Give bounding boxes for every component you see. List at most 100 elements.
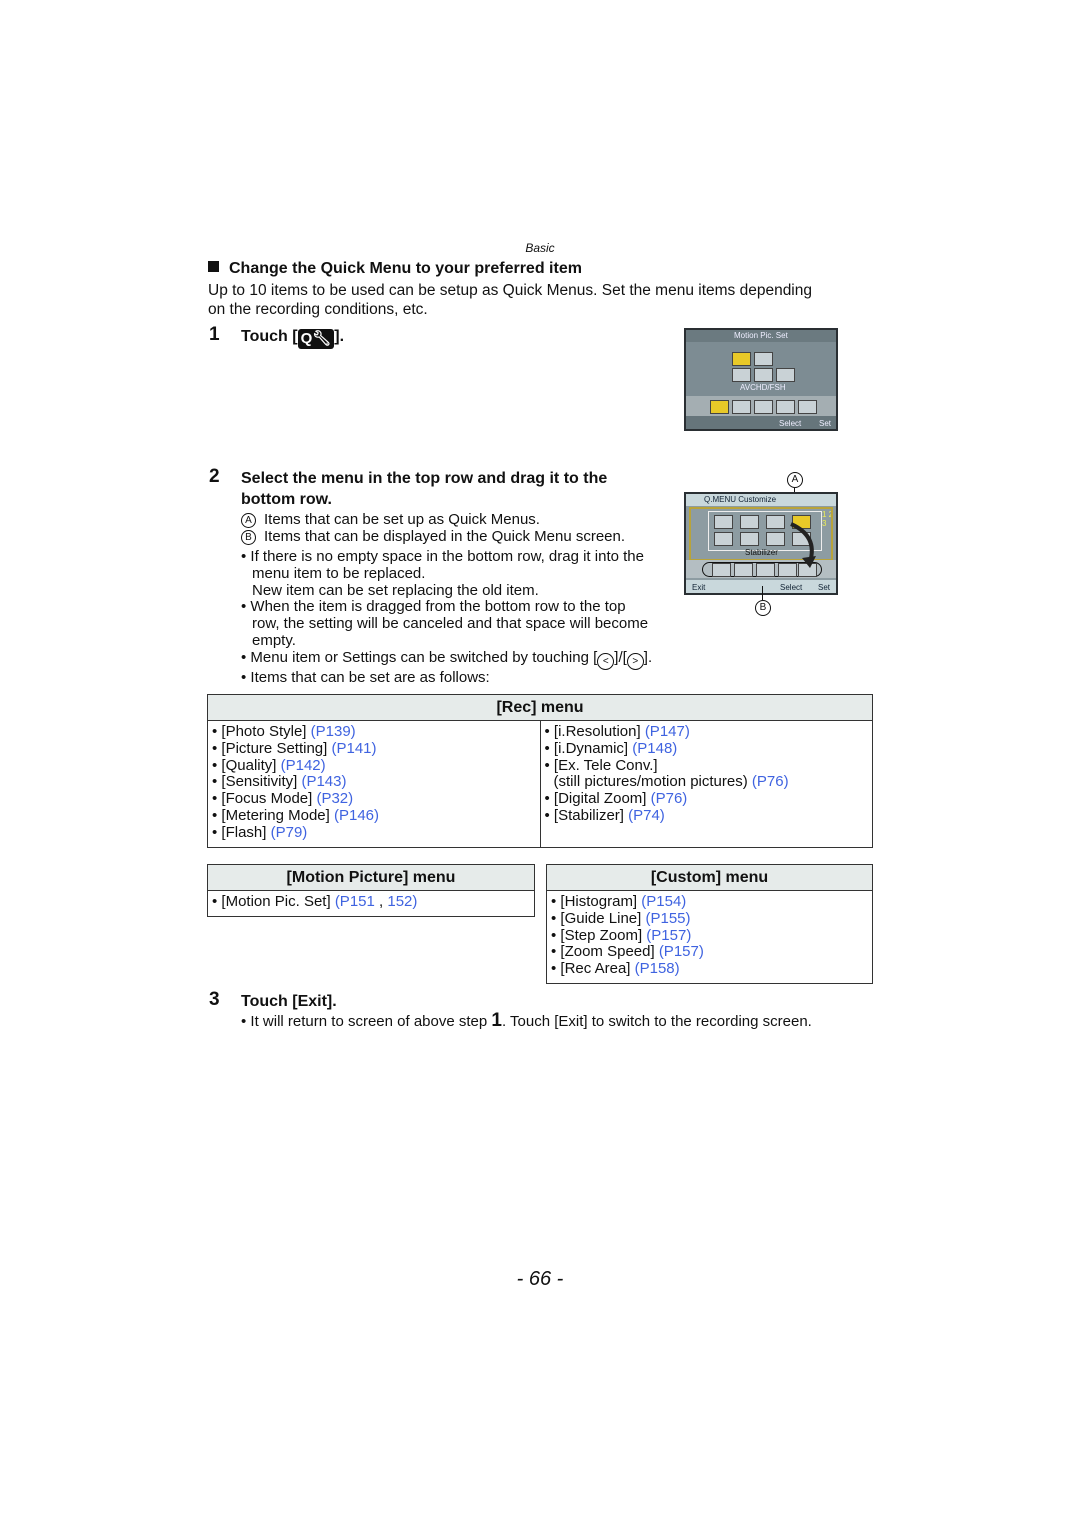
step1-title: Touch [Q🔧︎]. bbox=[241, 326, 344, 349]
intro-line: Up to 10 items to be used can be setup a… bbox=[208, 282, 812, 299]
step1-text: ]. bbox=[334, 328, 345, 345]
camera-screen-qmenu-customize: Q.MENU Customize 1 2 3 Stabilizer Exit S… bbox=[684, 492, 838, 595]
table-header: [Custom] menu bbox=[546, 864, 873, 891]
table-header: [Motion Picture] menu bbox=[207, 864, 535, 891]
list-item: • [Histogram] (P154) bbox=[551, 893, 687, 910]
page-link[interactable]: (P148) bbox=[632, 740, 677, 757]
step2-legend: A Items that can be set up as Quick Menus… bbox=[241, 511, 626, 546]
list-item: • [Ex. Tele Conv.] bbox=[544, 756, 658, 774]
screen-caption: AVCHD/FSH bbox=[740, 383, 786, 392]
list-item: • [Focus Mode] (P32) bbox=[212, 790, 354, 808]
drag-arrow-icon bbox=[790, 522, 816, 568]
page-link[interactable]: (P76) bbox=[752, 773, 789, 790]
callout-a: A bbox=[787, 472, 803, 488]
page-link[interactable]: (P155) bbox=[645, 910, 690, 927]
callout-b-mark: B bbox=[241, 529, 256, 545]
callout-a-mark: A bbox=[241, 513, 256, 528]
list-item: • [Stabilizer] (P74) bbox=[544, 806, 665, 824]
intro-paragraph: Up to 10 items to be used can be setup a… bbox=[208, 281, 812, 319]
page-link[interactable]: (P143) bbox=[301, 773, 346, 790]
page-link[interactable]: (P32) bbox=[316, 790, 353, 807]
page-link[interactable]: (P74) bbox=[628, 807, 665, 824]
bullet-text: . Touch [Exit] to switch to the recordin… bbox=[501, 1013, 812, 1030]
list-item: • [Zoom Speed] (P157) bbox=[551, 943, 704, 961]
list-item: • [Flash] (P79) bbox=[212, 823, 308, 841]
table-header: [Rec] menu bbox=[207, 694, 873, 721]
screen-caption: Stabilizer bbox=[745, 548, 778, 557]
custom-menu-table: [Custom] menu • [Histogram] (P154) • [Gui… bbox=[546, 864, 873, 984]
step2-title: Select the menu in the top row and drag … bbox=[241, 468, 607, 510]
custom-menu-column: • [Histogram] (P154) • [Guide Line] (P155… bbox=[546, 890, 873, 984]
step3-title: Touch [Exit]. bbox=[241, 993, 337, 1010]
list-item: • [Sensitivity] (P143) bbox=[212, 773, 347, 791]
list-item: • [Rec Area] (P158) bbox=[551, 960, 680, 978]
page-link[interactable]: (P157) bbox=[659, 943, 704, 960]
square-bullet-icon bbox=[208, 261, 219, 272]
step-number: 3 bbox=[209, 989, 220, 1010]
select-label: Select bbox=[780, 583, 803, 592]
page-link[interactable]: 152) bbox=[387, 893, 417, 910]
step-number: 1 bbox=[209, 324, 220, 345]
running-head: Basic bbox=[525, 241, 555, 255]
section-title: Change the Quick Menu to your preferred … bbox=[208, 260, 582, 278]
quick-menu-customize-icon: Q🔧︎ bbox=[297, 329, 335, 349]
list-item: • [Motion Pic. Set] (P151 , 152) bbox=[212, 893, 418, 910]
set-label: Set bbox=[819, 419, 832, 428]
page-link[interactable]: (P79) bbox=[271, 824, 308, 841]
callout-b: B bbox=[755, 600, 771, 616]
bullet-text: row, the setting will be canceled and th… bbox=[252, 615, 649, 633]
bullet-text: ]/[ bbox=[614, 648, 627, 666]
list-item: • [Guide Line] (P155) bbox=[551, 909, 691, 927]
bullet-text: It will return to screen of above step bbox=[250, 1013, 492, 1030]
step2-bullets: • If there is no empty space in the bott… bbox=[241, 548, 653, 686]
bullet-text: When the item is dragged from the bottom… bbox=[250, 598, 626, 616]
screen-title: Motion Pic. Set bbox=[734, 331, 788, 340]
set-label: Set bbox=[818, 583, 831, 592]
bullet-text: If there is no empty space in the bottom… bbox=[250, 548, 644, 565]
step2-title-line: Select the menu in the top row and drag … bbox=[241, 470, 608, 487]
page-link[interactable]: (P142) bbox=[281, 757, 326, 774]
list-item: • [Digital Zoom] (P76) bbox=[544, 790, 688, 808]
step1-text: Touch [ bbox=[241, 328, 298, 345]
select-label: Select bbox=[779, 419, 802, 428]
section-title-text: Change the Quick Menu to your preferred … bbox=[229, 260, 582, 277]
list-item: • [Picture Setting] (P141) bbox=[212, 739, 377, 757]
page-link[interactable]: (P151 bbox=[335, 893, 375, 910]
list-item: • [Photo Style] (P139) bbox=[212, 723, 356, 740]
page-link[interactable]: (P147) bbox=[645, 723, 690, 740]
list-item: • [i.Resolution] (P147) bbox=[544, 723, 690, 740]
page-link[interactable]: (P76) bbox=[651, 790, 688, 807]
step3-bullet: • It will return to screen of above step… bbox=[241, 1010, 812, 1031]
motion-picture-menu-table: [Motion Picture] menu • [Motion Pic. Set… bbox=[207, 864, 535, 917]
legend-text: Items that can be displayed in the Quick… bbox=[264, 527, 626, 545]
bullet-text: New item can be set replacing the old it… bbox=[252, 581, 539, 599]
camera-screen-motion-pic-set: Motion Pic. Set AVCHD/FSH Select Set bbox=[684, 328, 838, 431]
bullet-text: empty. bbox=[252, 631, 296, 649]
screen-title: Q.MENU Customize bbox=[704, 495, 777, 504]
bullet-text: ]. bbox=[643, 648, 653, 666]
exit-button[interactable]: Exit bbox=[692, 583, 705, 592]
bullet-text: menu item to be replaced. bbox=[252, 564, 426, 582]
step-number: 2 bbox=[209, 466, 220, 487]
rec-menu-left-column: • [Photo Style] (P139) • [Picture Setting… bbox=[207, 720, 541, 848]
list-item: • [i.Dynamic] (P148) bbox=[544, 739, 678, 757]
next-arrow-icon: > bbox=[626, 652, 644, 670]
list-item: • [Quality] (P142) bbox=[212, 756, 326, 774]
step2-title-line: bottom row. bbox=[241, 491, 332, 508]
page-link[interactable]: (P139) bbox=[311, 723, 356, 740]
previous-arrow-icon: < bbox=[597, 652, 615, 670]
page-link[interactable]: (P154) bbox=[641, 893, 686, 910]
page-number: - 66 - bbox=[516, 1268, 564, 1290]
page-link[interactable]: (P146) bbox=[334, 807, 379, 824]
page-link[interactable]: (P141) bbox=[331, 740, 376, 757]
list-item: • [Metering Mode] (P146) bbox=[212, 806, 380, 824]
rec-menu-table: [Rec] menu • [Photo Style] (P139) • [Pict… bbox=[207, 694, 873, 848]
list-item: (still pictures/motion pictures) (P76) bbox=[553, 773, 789, 791]
page-link[interactable]: (P157) bbox=[646, 927, 691, 944]
legend-text: Items that can be set up as Quick Menus. bbox=[264, 511, 540, 528]
step-reference: 1 bbox=[491, 1010, 502, 1031]
page-link[interactable]: (P158) bbox=[635, 960, 680, 977]
bullet-text: Menu item or Settings can be switched by… bbox=[250, 648, 598, 666]
intro-line: on the recording conditions, etc. bbox=[208, 301, 428, 318]
motion-menu-column: • [Motion Pic. Set] (P151 , 152) bbox=[207, 890, 535, 917]
